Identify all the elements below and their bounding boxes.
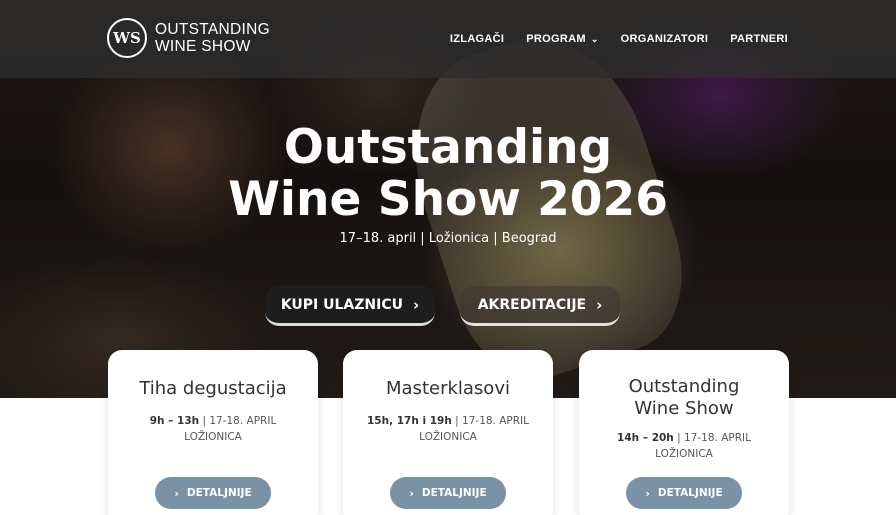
logo-line1: OUTSTANDING xyxy=(155,21,270,38)
chevron-right-icon: › xyxy=(174,486,179,500)
hero-title: Outstanding Wine Show 2026 xyxy=(228,120,668,227)
card-title: Outstanding Wine Show xyxy=(628,376,740,419)
chevron-right-icon: › xyxy=(409,486,414,500)
logo-mark-icon: WS xyxy=(107,18,147,58)
nav-item-organizatori[interactable]: ORGANIZATORI xyxy=(621,33,709,45)
nav-item-izlagaci[interactable]: IZLAGAČI xyxy=(450,33,504,45)
details-button[interactable]: › DETALJNIJE xyxy=(155,477,271,509)
card-meta: 15h, 17h i 19h | 17-18. APRIL LOŽIONICA xyxy=(367,415,529,443)
card-title: Tiha degustacija xyxy=(139,378,287,399)
hero-subtitle: 17–18. april | Ložionica | Beograd xyxy=(339,231,557,246)
event-card-outstanding-wine-show: Outstanding Wine Show 14h – 20h | 17-18.… xyxy=(579,350,789,515)
buy-ticket-button[interactable]: KUPI ULAZNICU › xyxy=(265,286,435,326)
chevron-right-icon: › xyxy=(412,295,420,314)
accreditation-button[interactable]: AKREDITACIJE › xyxy=(460,286,620,326)
nav-item-partneri[interactable]: PARTNERI xyxy=(730,33,788,45)
chevron-right-icon: › xyxy=(645,486,650,500)
details-button[interactable]: › DETALJNIJE xyxy=(390,477,506,509)
top-navbar: WS OUTSTANDING WINE SHOW IZLAGAČI PROGRA… xyxy=(0,0,896,78)
card-meta: 14h – 20h | 17-18. APRIL LOŽIONICA xyxy=(617,432,751,460)
card-meta: 9h – 13h | 17-18. APRIL LOŽIONICA xyxy=(149,415,277,443)
main-nav: IZLAGAČI PROGRAM ⌄ ORGANIZATORI PARTNERI xyxy=(450,33,788,45)
logo-line2: WINE SHOW xyxy=(155,38,251,55)
card-title: Masterklasovi xyxy=(386,378,510,399)
details-button[interactable]: › DETALJNIJE xyxy=(626,477,742,509)
event-card-masterklasovi: Masterklasovi 15h, 17h i 19h | 17-18. AP… xyxy=(343,350,553,515)
event-card-tiha-degustacija: Tiha degustacija 9h – 13h | 17-18. APRIL… xyxy=(108,350,318,515)
chevron-down-icon: ⌄ xyxy=(590,33,599,44)
nav-item-program[interactable]: PROGRAM ⌄ xyxy=(526,33,598,45)
chevron-right-icon: › xyxy=(596,295,603,314)
site-logo[interactable]: WS OUTSTANDING WINE SHOW xyxy=(107,18,270,58)
